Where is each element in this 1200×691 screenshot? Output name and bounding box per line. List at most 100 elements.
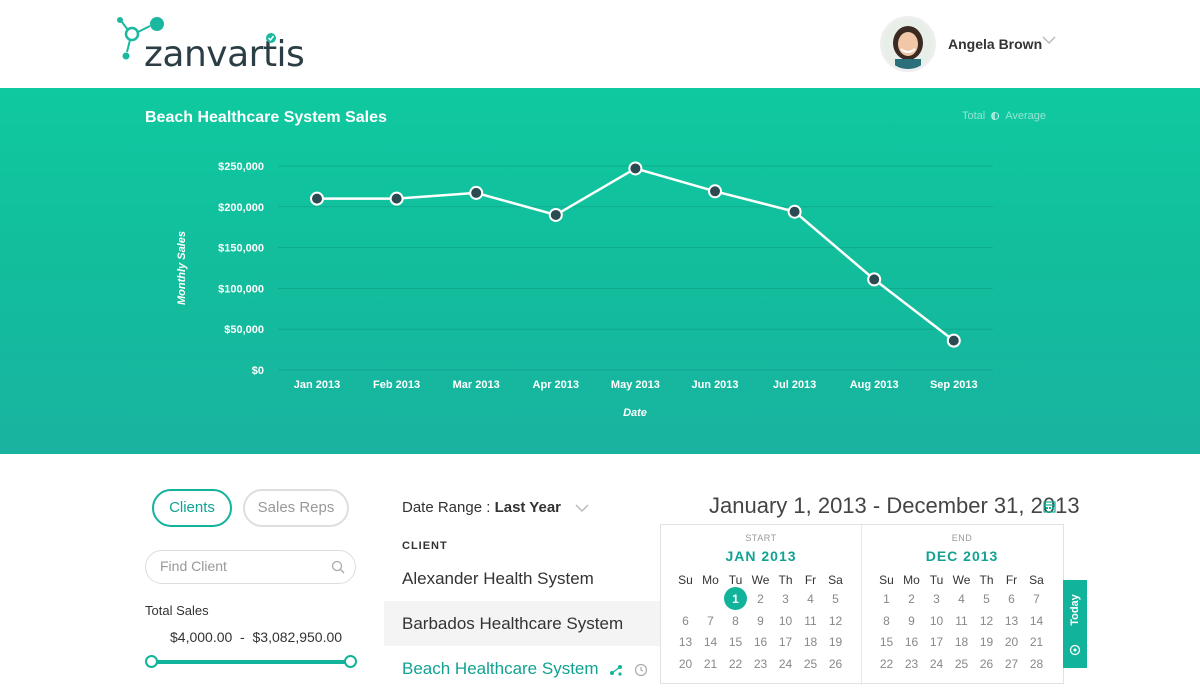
end-day-cell[interactable]: 21 [1024, 631, 1049, 653]
search-input[interactable] [160, 558, 320, 574]
end-day-cell[interactable]: 28 [1024, 653, 1049, 675]
end-day-cell[interactable]: 26 [974, 653, 999, 675]
data-point [867, 272, 882, 287]
end-day-cell[interactable]: 6 [999, 588, 1024, 610]
end-day-cell[interactable]: 8 [874, 610, 899, 632]
start-caption: START [745, 533, 777, 543]
start-day-cell[interactable]: 1 [723, 587, 748, 610]
end-month-name[interactable]: DEC 2013 [862, 548, 1062, 564]
end-day-cell[interactable]: 13 [999, 610, 1024, 632]
start-day-cell[interactable]: 20 [673, 653, 698, 675]
slider-min-handle[interactable] [145, 655, 158, 668]
end-day-cell[interactable]: 2 [899, 588, 924, 610]
end-day-cell[interactable]: 10 [924, 610, 949, 632]
start-day-cell[interactable]: 2 [748, 588, 773, 610]
tab-sales-reps[interactable]: Sales Reps [243, 489, 349, 527]
end-day-cell[interactable]: 12 [974, 610, 999, 632]
end-day-cell[interactable]: 11 [949, 610, 974, 632]
end-day-cell[interactable]: 24 [924, 653, 949, 675]
end-day-cell[interactable]: 9 [899, 610, 924, 632]
start-day-cell[interactable]: 11 [798, 610, 823, 632]
x-tick-label: Sep 2013 [930, 379, 978, 391]
start-day-cell[interactable]: 9 [748, 610, 773, 632]
zanvartis-logo[interactable]: zanvartis [116, 14, 305, 75]
end-day-cell[interactable]: 17 [924, 631, 949, 653]
end-day-cell[interactable]: 3 [924, 588, 949, 610]
start-month-name[interactable]: JAN 2013 [661, 548, 861, 564]
chevron-down-icon[interactable] [1042, 35, 1056, 45]
start-day-cell[interactable]: 19 [823, 631, 848, 653]
start-day-cell[interactable]: 4 [798, 588, 823, 610]
end-day-cell[interactable]: 25 [949, 653, 974, 675]
start-day-cell[interactable]: 15 [723, 631, 748, 653]
client-search[interactable] [145, 550, 356, 584]
end-day-cell[interactable]: 27 [999, 653, 1024, 675]
tab-clients[interactable]: Clients [152, 489, 232, 527]
share-icon[interactable] [609, 663, 623, 677]
start-day-cell[interactable]: 6 [673, 610, 698, 632]
search-icon[interactable] [331, 560, 345, 574]
start-day-cell[interactable]: 17 [773, 631, 798, 653]
start-day-cell[interactable]: 22 [723, 653, 748, 675]
end-day-cell[interactable]: 20 [999, 631, 1024, 653]
start-day-cell[interactable]: 25 [798, 653, 823, 675]
start-day-cell[interactable]: 23 [748, 653, 773, 675]
end-day-cell[interactable]: 16 [899, 631, 924, 653]
clock-icon[interactable] [634, 663, 648, 677]
list-item[interactable]: Alexander Health System [384, 556, 674, 601]
weekday-label: Tu [929, 573, 944, 587]
start-day-cell[interactable]: 18 [798, 631, 823, 653]
end-day-cell[interactable]: 1 [874, 588, 899, 610]
end-day-cell[interactable]: 7 [1024, 588, 1049, 610]
user-menu[interactable]: Angela Brown [880, 16, 1080, 72]
x-tick-label: Aug 2013 [850, 379, 899, 391]
weekday-label: Su [879, 573, 894, 587]
end-day-cell[interactable]: 23 [899, 653, 924, 675]
legend-total[interactable]: Total [962, 110, 985, 122]
today-button[interactable]: Today [1063, 580, 1087, 668]
start-day-cell[interactable]: 8 [723, 610, 748, 632]
list-item-selected[interactable]: Beach Healthcare System [384, 646, 674, 691]
end-day-cell[interactable]: 18 [949, 631, 974, 653]
avatar [880, 16, 936, 72]
data-point [469, 185, 484, 200]
chart-legend[interactable]: Total Average [962, 110, 1046, 122]
sales-chart-panel: $0 $50,000 $100,000 $150,000 $200,000 $250,00… [0, 88, 1200, 454]
end-day-cell[interactable]: 14 [1024, 610, 1049, 632]
end-day-cell[interactable]: 19 [974, 631, 999, 653]
y-tick-label: $150,000 [218, 243, 264, 255]
start-day-cell[interactable]: 10 [773, 610, 798, 632]
end-day-cell[interactable]: 5 [974, 588, 999, 610]
list-item[interactable]: Barbados Healthcare System [384, 601, 674, 646]
start-day-cell[interactable]: 3 [773, 588, 798, 610]
slider-track[interactable] [151, 660, 351, 664]
y-tick-label: $0 [252, 365, 264, 377]
data-point [787, 204, 802, 219]
legend-average[interactable]: Average [1005, 110, 1046, 122]
chevron-down-icon[interactable] [575, 503, 589, 513]
total-sales-slider[interactable] [145, 655, 357, 669]
data-point [946, 333, 961, 348]
end-day-cell[interactable]: 4 [949, 588, 974, 610]
weekday-label: Tu [728, 573, 743, 587]
sales-line-chart: $0 $50,000 $100,000 $150,000 $200,000 $250,00… [176, 161, 993, 419]
client-name: Beach Healthcare System [402, 659, 599, 678]
start-day-cell[interactable]: 16 [748, 631, 773, 653]
date-range-dropdown[interactable]: Date Range : Last Year [402, 499, 589, 516]
start-day-cell[interactable]: 12 [823, 610, 848, 632]
start-day-cell[interactable]: 21 [698, 653, 723, 675]
legend-toggle-icon[interactable] [991, 112, 1000, 121]
end-day-cell[interactable]: 15 [874, 631, 899, 653]
start-day-cell[interactable]: 13 [673, 631, 698, 653]
end-day-cell[interactable]: 22 [874, 653, 899, 675]
start-day-cell[interactable]: 5 [823, 588, 848, 610]
start-day-cell[interactable]: 7 [698, 610, 723, 632]
start-day-cell[interactable]: 14 [698, 631, 723, 653]
chart-title: Beach Healthcare System Sales [145, 109, 387, 126]
start-day-cell[interactable]: 24 [773, 653, 798, 675]
selected-date-range: January 1, 2013 - December 31, 2013 [709, 493, 1080, 518]
calendar-icon[interactable] [1043, 500, 1056, 513]
slider-max-handle[interactable] [344, 655, 357, 668]
target-icon [1069, 644, 1081, 656]
start-day-cell[interactable]: 26 [823, 653, 848, 675]
